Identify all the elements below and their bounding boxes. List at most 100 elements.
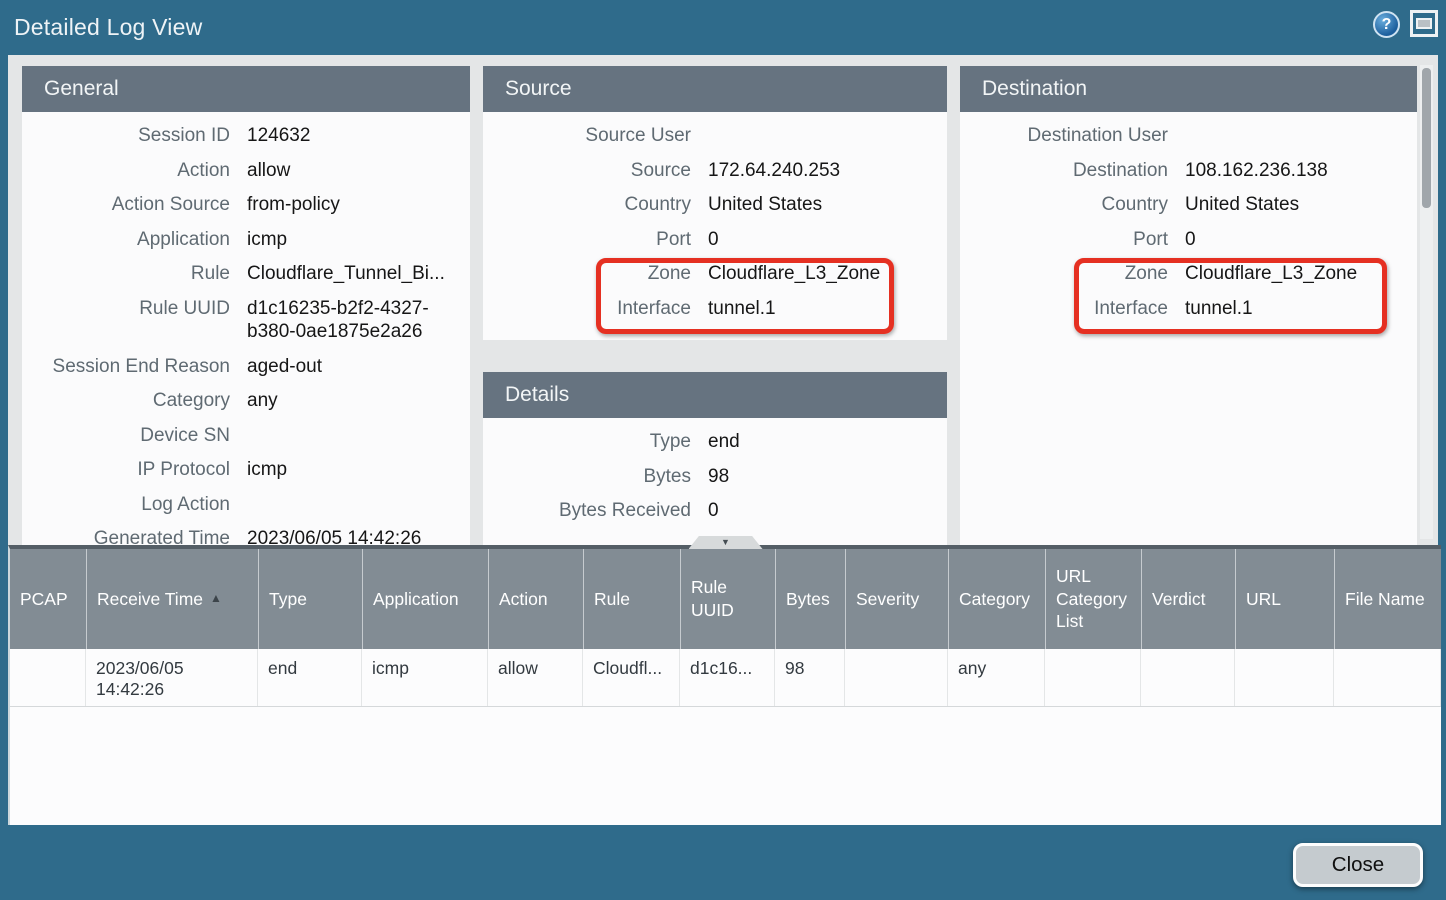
column-header-pcap[interactable]: PCAP xyxy=(10,549,86,649)
field-value: aged-out xyxy=(247,355,322,379)
row-type: Typeend xyxy=(483,430,947,454)
panels-scrollbar[interactable] xyxy=(1420,65,1433,539)
field-label: Source User xyxy=(483,124,691,148)
row-interface: Interface tunnel.1 xyxy=(483,297,947,321)
table-row[interactable]: 2023/06/05 14:42:26 end icmp allow Cloud… xyxy=(10,649,1441,707)
field-label: Port xyxy=(483,228,691,252)
column-header-application[interactable]: Application xyxy=(362,549,488,649)
cell-type: end xyxy=(258,649,362,706)
row-interface: Interface tunnel.1 xyxy=(960,297,1417,321)
column-header-file-name[interactable]: File Name xyxy=(1334,549,1441,649)
column-header-category[interactable]: Category xyxy=(948,549,1045,649)
field-label: IP Protocol xyxy=(22,458,230,482)
column-header-type[interactable]: Type xyxy=(258,549,362,649)
field-label: Port xyxy=(960,228,1168,252)
destination-panel-header: Destination xyxy=(960,66,1417,112)
row-destination-user: Destination User xyxy=(960,124,1417,148)
field-label: Interface xyxy=(960,297,1168,321)
page-title: Detailed Log View xyxy=(14,14,202,41)
field-value: end xyxy=(708,430,740,454)
column-header-rule-uuid[interactable]: Rule UUID xyxy=(680,549,775,649)
column-header-severity[interactable]: Severity xyxy=(845,549,948,649)
row-action: Actionallow xyxy=(22,159,470,183)
cell-receive-time: 2023/06/05 14:42:26 xyxy=(86,649,258,706)
field-value: 124632 xyxy=(247,124,310,148)
window-restore-icon[interactable] xyxy=(1410,10,1438,37)
field-value: 108.162.236.138 xyxy=(1185,159,1328,183)
column-header-bytes[interactable]: Bytes xyxy=(775,549,845,649)
destination-panel: Destination Destination User Destination… xyxy=(960,66,1417,545)
source-panel-header: Source xyxy=(483,66,947,112)
row-action-source: Action Sourcefrom-policy xyxy=(22,193,470,217)
column-header-rule[interactable]: Rule xyxy=(583,549,680,649)
row-ip-protocol: IP Protocolicmp xyxy=(22,458,470,482)
column-header-action[interactable]: Action xyxy=(488,549,583,649)
splitter-handle[interactable]: ▼ xyxy=(689,536,763,549)
field-value: tunnel.1 xyxy=(708,297,776,321)
row-country: Country United States xyxy=(960,193,1417,217)
field-value: 0 xyxy=(708,228,719,252)
cell-file-name xyxy=(1334,649,1441,706)
field-label: Application xyxy=(22,228,230,252)
cell-verdict xyxy=(1141,649,1235,706)
field-label: Rule xyxy=(22,262,230,286)
field-value: 98 xyxy=(708,465,729,489)
row-rule: Rule Cloudflare_Tunnel_Bi... xyxy=(22,262,470,286)
column-header-verdict[interactable]: Verdict xyxy=(1141,549,1235,649)
field-value: United States xyxy=(1185,193,1299,217)
field-label: Device SN xyxy=(22,424,230,448)
row-category: Categoryany xyxy=(22,389,470,413)
details-panel-header: Details xyxy=(483,372,947,418)
destination-panel-body: Destination User Destination 108.162.236.… xyxy=(960,112,1417,545)
field-value: tunnel.1 xyxy=(1185,297,1253,321)
cell-application: icmp xyxy=(362,649,488,706)
field-label: Interface xyxy=(483,297,691,321)
source-panel-body: Source User Source172.64.240.253 Country… xyxy=(483,112,947,340)
row-port: Port 0 xyxy=(483,228,947,252)
details-panel: Details Typeend Bytes 98 Bytes Received0 xyxy=(483,372,947,545)
field-label: Generated Time xyxy=(22,527,230,545)
row-zone: Zone Cloudflare_L3_Zone xyxy=(483,262,947,286)
row-device-sn: Device SN xyxy=(22,424,470,448)
close-button[interactable]: Close xyxy=(1293,843,1423,887)
field-label: Action xyxy=(22,159,230,183)
source-column: Source Source User Source172.64.240.253 … xyxy=(483,66,947,545)
field-label: Bytes xyxy=(483,465,691,489)
cell-pcap xyxy=(10,649,86,706)
detail-panels-region: General Session ID124632 Actionallow Act… xyxy=(8,55,1438,545)
window-restore-icon-inner xyxy=(1416,18,1432,29)
field-value: d1c16235-b2f2-4327-b380-0ae1875e2a26 xyxy=(247,297,465,344)
field-label: Country xyxy=(483,193,691,217)
general-panel: General Session ID124632 Actionallow Act… xyxy=(22,66,470,545)
row-source: Source172.64.240.253 xyxy=(483,159,947,183)
help-icon[interactable]: ? xyxy=(1373,11,1400,38)
source-panel: Source Source User Source172.64.240.253 … xyxy=(483,66,947,340)
splitter-collapse-icon: ▼ xyxy=(721,538,730,547)
column-header-url[interactable]: URL xyxy=(1235,549,1334,649)
row-rule-uuid: Rule UUIDd1c16235-b2f2-4327-b380-0ae1875… xyxy=(22,297,470,344)
row-bytes-received: Bytes Received0 xyxy=(483,499,947,523)
field-value: Cloudflare_Tunnel_Bi... xyxy=(247,262,445,286)
cell-category: any xyxy=(948,649,1045,706)
row-generated-time: Generated Time2023/06/05 14:42:26 xyxy=(22,527,470,545)
cell-bytes: 98 xyxy=(775,649,845,706)
row-session-end-reason: Session End Reasonaged-out xyxy=(22,355,470,379)
field-label: Type xyxy=(483,430,691,454)
field-value: Cloudflare_L3_Zone xyxy=(1185,262,1357,286)
field-label: Destination xyxy=(960,159,1168,183)
field-value: from-policy xyxy=(247,193,340,217)
row-zone: ZoneCloudflare_L3_Zone xyxy=(960,262,1417,286)
panels-scrollbar-thumb[interactable] xyxy=(1422,68,1431,208)
field-label: Country xyxy=(960,193,1168,217)
column-header-url-category-list[interactable]: URL Category List xyxy=(1045,549,1141,649)
close-button-label: Close xyxy=(1332,853,1384,877)
sort-asc-icon: ▲ xyxy=(210,591,222,607)
field-value: Cloudflare_L3_Zone xyxy=(708,262,880,286)
field-label: Zone xyxy=(483,262,691,286)
cell-url xyxy=(1235,649,1334,706)
row-port: Port0 xyxy=(960,228,1417,252)
field-value: icmp xyxy=(247,228,287,252)
column-header-receive-time[interactable]: Receive Time▲ xyxy=(86,549,258,649)
row-destination: Destination 108.162.236.138 xyxy=(960,159,1417,183)
field-label: Source xyxy=(483,159,691,183)
